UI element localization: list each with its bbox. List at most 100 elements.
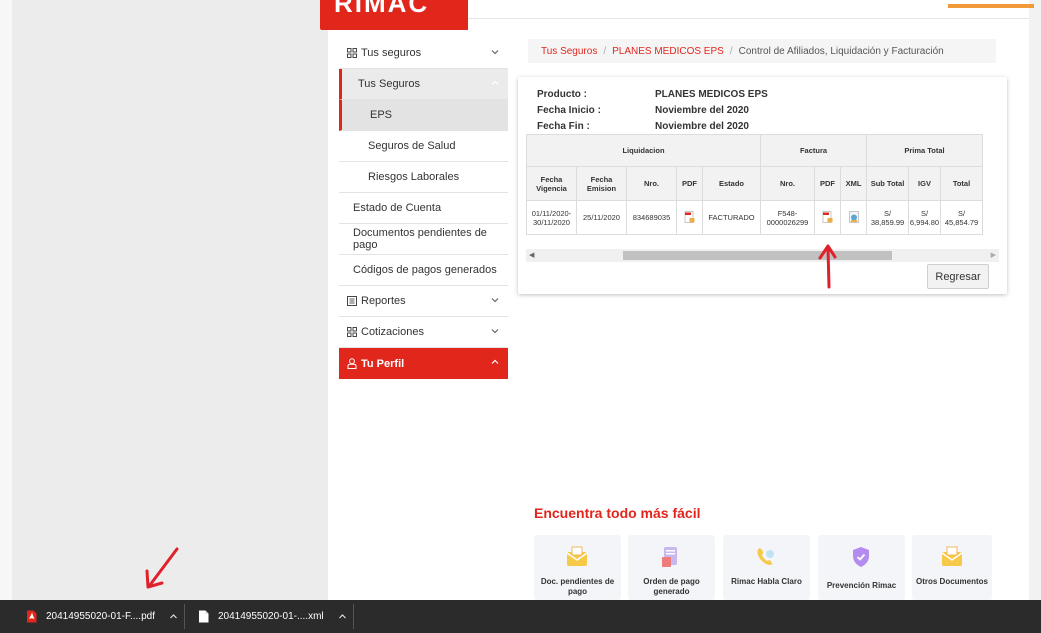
tile-prevencion[interactable]: Prevención Rimac	[818, 535, 905, 600]
table-row: 01/11/2020-30/11/2020 25/11/2020 8346890…	[526, 200, 983, 235]
sidebar-item-reportes[interactable]: Reportes	[339, 286, 508, 317]
breadcrumb-current: Control de Afiliados, Liquidación y Fact…	[738, 45, 944, 57]
tile-orden-pago[interactable]: Orden de pago generado	[628, 535, 715, 600]
cell-nro: 834689035	[626, 200, 677, 235]
column-header: PDF	[676, 166, 703, 201]
cell-vigencia: 01/11/2020-30/11/2020	[526, 200, 577, 235]
scrollbar-thumb[interactable]	[623, 251, 892, 260]
download-item-pdf[interactable]: 20414955020-01-F....pdf	[16, 600, 185, 633]
sidebar-item-tu-perfil[interactable]: Tu Perfil	[339, 348, 508, 379]
inicio-value: Noviembre del 2020	[655, 104, 749, 116]
liquidacion-table: Liquidacion Factura Prima Total Fecha Vi…	[526, 134, 983, 235]
sidebar-item-label: Seguros de Salud	[368, 140, 456, 152]
pdf-icon[interactable]	[684, 210, 695, 225]
chevron-up-icon[interactable]	[169, 612, 178, 621]
tile-label: Prevención Rimac	[826, 581, 897, 590]
cell-total: S/ 45,854.79	[940, 200, 983, 235]
detail-card: Producto : PLANES MEDICOS EPS Fecha Inici…	[518, 77, 1007, 294]
xml-icon[interactable]	[848, 210, 860, 225]
sidebar-item-estado-cuenta[interactable]: Estado de Cuenta	[339, 193, 508, 224]
sidebar-item-label: EPS	[370, 109, 393, 121]
policy-info: Producto : PLANES MEDICOS EPS Fecha Inici…	[537, 86, 768, 134]
breadcrumb-separator: /	[603, 45, 607, 57]
breadcrumb: Tus Seguros / PLANES MEDICOS EPS / Contr…	[528, 39, 996, 63]
cell-emision: 25/11/2020	[576, 200, 627, 235]
horizontal-scrollbar[interactable]: ◀ ▶	[526, 249, 999, 262]
pdf-icon[interactable]	[822, 210, 833, 225]
column-header: Fecha Emision	[576, 166, 627, 201]
chevron-down-icon	[490, 47, 500, 57]
sidebar-item-codigos-pagos[interactable]: Códigos de pagos generados	[339, 255, 508, 286]
encuentra-title: Encuentra todo más fácil	[534, 505, 701, 521]
cell-subtotal: S/ 38,859.99	[866, 200, 909, 235]
group-header-factura: Factura	[760, 134, 867, 167]
tile-otros-documentos[interactable]: Otros Documentos	[912, 535, 992, 600]
phone-icon	[754, 545, 778, 569]
column-header: IGV	[908, 166, 941, 201]
column-header: XML	[840, 166, 867, 201]
tile-label: Otros Documentos	[915, 577, 988, 586]
column-header: PDF	[814, 166, 841, 201]
group-header-prima: Prima Total	[866, 134, 983, 167]
sidebar-item-label: Riesgos Laborales	[368, 171, 460, 183]
chevron-down-icon	[490, 295, 500, 305]
group-header-liquidacion: Liquidacion	[526, 134, 761, 167]
cell-factura-pdf	[814, 200, 841, 235]
sidebar-item-seguros-salud[interactable]: Seguros de Salud	[339, 131, 508, 162]
column-header: Nro.	[760, 166, 815, 201]
column-header: Sub Total	[866, 166, 909, 201]
column-header: Estado	[702, 166, 761, 201]
sidebar-item-label: Tu Perfil	[361, 357, 405, 370]
envelope-icon	[565, 545, 589, 569]
downloads-bar: 20414955020-01-F....pdf 20414955020-01-.…	[0, 600, 1041, 633]
sidebar-item-cotizaciones[interactable]: Cotizaciones	[339, 317, 508, 348]
sidebar-item-label: Estado de Cuenta	[353, 202, 442, 214]
tile-doc-pendientes[interactable]: Doc. pendientes de pago	[534, 535, 621, 600]
cell-pdf	[676, 200, 703, 235]
column-header: Fecha Vigencia	[526, 166, 577, 201]
sidebar-item-tus-seguros-sub[interactable]: Tus Seguros	[339, 69, 508, 100]
tile-label: Rimac Habla Claro	[731, 577, 802, 586]
column-header: Total	[940, 166, 983, 201]
annotation-arrow-up-icon	[818, 244, 837, 289]
download-filename: 20414955020-01-F....pdf	[46, 611, 155, 622]
sidebar-item-label: Tus seguros	[361, 47, 422, 59]
sidebar-item-label: Cotizaciones	[361, 326, 424, 338]
header-divider	[468, 18, 1029, 19]
column-header: Nro.	[626, 166, 677, 201]
grid-icon	[347, 48, 357, 58]
breadcrumb-link-planes[interactable]: PLANES MEDICOS EPS	[612, 46, 724, 57]
shield-icon	[849, 545, 873, 569]
sidebar-item-tus-seguros[interactable]: Tus seguros	[339, 38, 508, 69]
header-accent-bar	[948, 4, 1034, 8]
tile-label: Doc. pendientes de pago	[540, 577, 615, 596]
producto-value: PLANES MEDICOS EPS	[655, 88, 768, 100]
tile-habla-claro[interactable]: Rimac Habla Claro	[723, 535, 810, 600]
download-item-xml[interactable]: 20414955020-01-....xml	[185, 600, 354, 633]
annotation-arrow-down-icon	[145, 547, 179, 589]
file-icon	[198, 610, 209, 623]
sidebar: Tus seguros Tus Seguros EPS Seguros de S…	[339, 38, 508, 379]
pdf-file-icon	[26, 610, 37, 623]
sidebar-item-label: Documentos pendientes de pago	[353, 227, 487, 251]
fin-value: Noviembre del 2020	[655, 120, 749, 132]
report-icon	[347, 296, 357, 306]
chevron-up-icon[interactable]	[338, 612, 347, 621]
chevron-down-icon	[490, 326, 500, 336]
scroll-right-icon[interactable]: ▶	[991, 251, 996, 259]
scroll-left-icon[interactable]: ◀	[529, 251, 534, 259]
sidebar-item-eps[interactable]: EPS	[339, 100, 508, 131]
breadcrumb-link-tus-seguros[interactable]: Tus Seguros	[541, 46, 597, 57]
sidebar-item-riesgos-laborales[interactable]: Riesgos Laborales	[339, 162, 508, 193]
envelope-icon	[940, 545, 964, 569]
sidebar-item-documentos-pendientes[interactable]: Documentos pendientes de pago	[339, 224, 508, 255]
rimac-logo[interactable]: RIMAC	[320, 0, 468, 30]
document-icon	[659, 545, 683, 569]
regresar-button[interactable]: Regresar	[927, 264, 989, 289]
chevron-up-icon	[490, 357, 500, 370]
user-icon	[347, 358, 357, 369]
right-background	[1029, 0, 1041, 600]
fin-label: Fecha Fin :	[537, 120, 590, 132]
cell-factura-nro: F548-0000026299	[760, 200, 815, 235]
sidebar-item-label: Tus Seguros	[358, 78, 420, 90]
